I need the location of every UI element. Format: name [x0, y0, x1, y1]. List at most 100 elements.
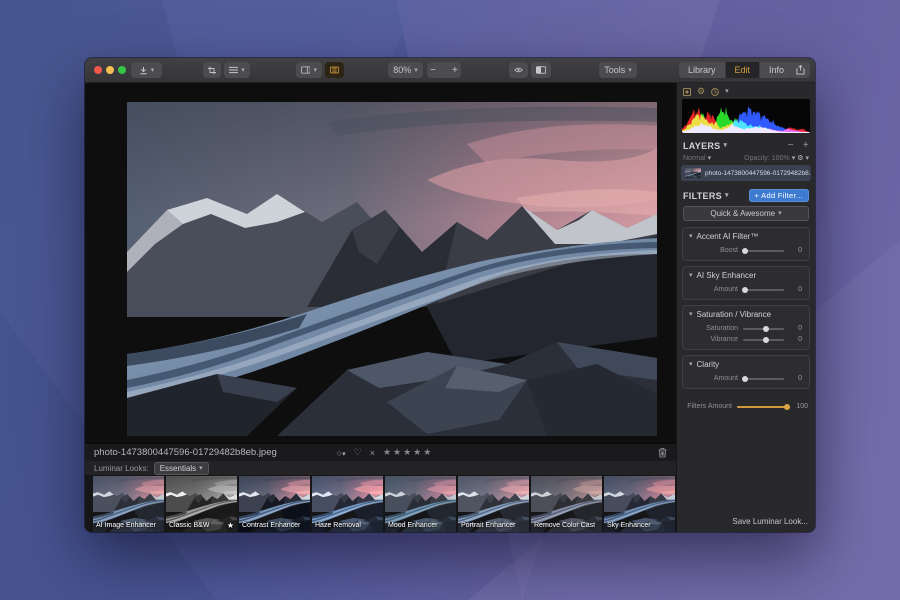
look-thumb[interactable]: Portrait Enhancer — [458, 476, 529, 532]
look-thumb[interactable]: Contrast Enhancer — [239, 476, 310, 532]
slider-value: 0 — [789, 247, 802, 254]
tools-button[interactable]: Tools ▾ — [599, 62, 637, 78]
slider-row: Boost 0 — [683, 244, 809, 255]
transform-tool-button[interactable]: ▾ — [224, 62, 250, 78]
add-filter-button[interactable]: + Add Filter... — [749, 189, 809, 202]
look-thumb[interactable]: Sky Enhancer — [604, 476, 675, 532]
zoom-window-button[interactable] — [118, 66, 126, 74]
chevron-down-icon: ▾ — [689, 311, 693, 318]
slider-thumb[interactable] — [742, 287, 748, 293]
minimize-window-button[interactable] — [106, 66, 114, 74]
zoom-in-button[interactable]: + — [447, 65, 463, 76]
add-layer-button[interactable]: + — [803, 140, 809, 151]
chevron-down-icon: ▾ — [689, 361, 693, 368]
settings-gear-icon[interactable]: ⚙ — [697, 86, 705, 97]
trash-icon — [658, 447, 667, 458]
look-thumb[interactable]: Mood Enhancer — [385, 476, 456, 532]
filter-card-header[interactable]: ▾Saturation / Vibrance — [683, 306, 809, 322]
favorite-button[interactable]: ♡ — [354, 447, 362, 458]
blend-mode-value[interactable]: Normal — [683, 155, 706, 162]
compare-button[interactable] — [531, 62, 551, 78]
chevron-down-icon: ▾ — [725, 192, 729, 199]
export-button[interactable]: ▾ — [131, 62, 162, 78]
crop-icon — [208, 66, 216, 75]
star-rating[interactable]: ★★★★★ — [383, 447, 433, 458]
filter-card: ▾ClarityAmount0 — [682, 355, 810, 389]
looks-label: Luminar Looks: — [94, 464, 149, 473]
filters-title: FILTERS — [683, 191, 722, 201]
clipping-icon[interactable] — [683, 88, 691, 96]
chevron-down-icon: ▾ — [708, 155, 712, 162]
slider-row: Vibrance0 — [683, 333, 809, 344]
filters-amount-label: Filters Amount — [684, 403, 732, 410]
slider-thumb[interactable] — [742, 376, 748, 382]
main-area: photo-1473800447596-01729482b8eb.jpeg ○▾… — [85, 83, 815, 532]
filter-card-title: Accent AI Filter™ — [697, 232, 759, 241]
slider-track[interactable] — [743, 328, 784, 330]
flag-button[interactable]: ○▾ — [337, 448, 346, 458]
filter-card-header[interactable]: ▾AI Sky Enhancer — [683, 267, 809, 283]
remove-layer-button[interactable]: − — [788, 140, 794, 151]
look-thumb[interactable]: AI Image Enhancer — [93, 476, 164, 532]
export-icon — [139, 66, 148, 75]
slider-label: Boost — [690, 247, 738, 254]
close-window-button[interactable] — [94, 66, 102, 74]
adjust-lines-icon — [229, 66, 238, 74]
slider-thumb[interactable] — [784, 404, 790, 410]
filters-amount-slider[interactable] — [737, 406, 790, 408]
chevron-down-icon: ▾ — [689, 272, 693, 279]
looks-category-button[interactable]: Essentials ▾ — [154, 462, 209, 475]
filename-label: photo-1473800447596-01729482b8eb.jpeg — [94, 447, 277, 458]
slider-track[interactable] — [743, 289, 784, 291]
tab-library[interactable]: Library — [679, 62, 726, 78]
filter-card-header[interactable]: ▾Clarity — [683, 356, 809, 372]
reject-button[interactable]: × — [370, 448, 375, 458]
slider-thumb[interactable] — [742, 248, 748, 254]
slider-thumb[interactable] — [763, 326, 769, 332]
photo-preview[interactable] — [127, 102, 657, 436]
look-thumb[interactable]: Remove Color Cast — [531, 476, 602, 532]
layer-item[interactable]: photo-1473800447596-01729482b8... — [681, 165, 811, 181]
look-name: Mood Enhancer — [388, 522, 437, 529]
tab-info[interactable]: Info — [760, 62, 793, 78]
share-icon — [796, 65, 805, 75]
crop-tool-button[interactable] — [203, 62, 221, 78]
look-thumb[interactable]: Classic B&W★ — [166, 476, 237, 532]
chevron-down-icon: ▾ — [725, 88, 729, 95]
tab-edit[interactable]: Edit — [726, 62, 761, 78]
zoom-out-button[interactable]: − — [425, 65, 441, 76]
opacity-value[interactable]: Opacity: 100% — [744, 155, 790, 162]
slider-track[interactable] — [743, 250, 784, 252]
layers-title: LAYERS — [683, 141, 720, 151]
filmstrip-toggle-button[interactable] — [325, 62, 344, 78]
zoom-level-button[interactable]: 80% ▾ — [388, 62, 423, 78]
slider-value: 0 — [789, 286, 802, 293]
look-name: Portrait Enhancer — [461, 522, 515, 529]
slider-track[interactable] — [743, 378, 784, 380]
look-thumb[interactable]: Haze Removal — [312, 476, 383, 532]
looks-category-value: Essentials — [160, 464, 196, 473]
filter-group-button[interactable]: Quick & Awesome ▾ — [683, 206, 809, 221]
chevron-down-icon: ▾ — [313, 67, 317, 74]
slider-thumb[interactable] — [763, 337, 769, 343]
filters-amount-row: Filters Amount 100 — [677, 400, 815, 411]
save-luminar-look-button[interactable]: Save Luminar Look... — [732, 517, 808, 526]
chevron-down-icon: ▾ — [241, 67, 245, 74]
slider-label: Amount — [690, 286, 738, 293]
trash-button[interactable] — [658, 447, 667, 458]
slider-fill — [737, 406, 787, 408]
quick-preview-button[interactable] — [509, 62, 528, 78]
filter-card-header[interactable]: ▾Accent AI Filter™ — [683, 228, 809, 244]
look-name: Classic B&W — [169, 522, 209, 529]
filter-card: ▾Saturation / VibranceSaturation0Vibranc… — [682, 305, 810, 350]
zoom-stepper: − + — [427, 62, 461, 78]
slider-value: 0 — [789, 336, 802, 343]
side-panel-toggle-button[interactable]: ▾ — [296, 62, 322, 78]
share-button[interactable] — [791, 62, 810, 78]
side-panel: ⚙ ▾ LAYERS ▾ − + Normal ▾ — [676, 83, 815, 532]
layer-gear-icon[interactable]: ⚙ — [797, 154, 803, 162]
slider-track[interactable] — [743, 339, 784, 341]
photo-actions: ○▾ ♡ × ★★★★★ — [337, 447, 434, 458]
chevron-down-icon: ▾ — [778, 210, 782, 217]
history-clock-icon[interactable] — [711, 88, 719, 96]
